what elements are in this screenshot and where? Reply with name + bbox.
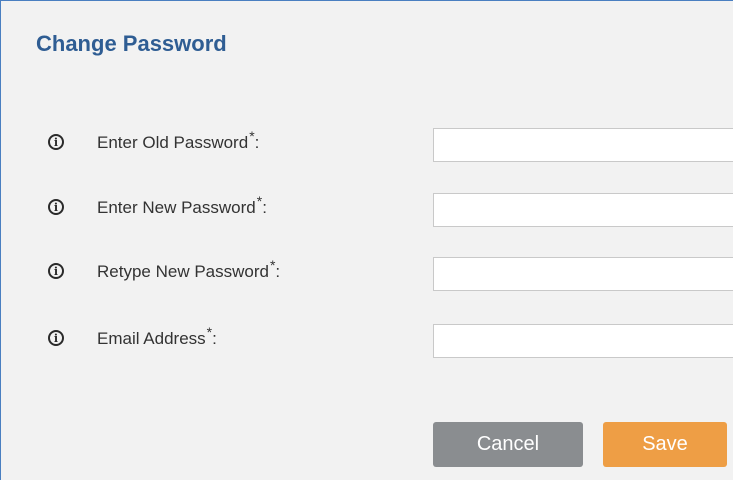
dialog-title: Change Password <box>36 31 227 56</box>
old-password-label: Enter Old Password*: <box>97 128 260 152</box>
retype-password-row: i Retype New Password*: <box>1 257 733 291</box>
info-icon[interactable]: i <box>48 199 64 215</box>
save-button[interactable]: Save <box>603 422 727 467</box>
info-icon[interactable]: i <box>48 263 64 279</box>
old-password-row: i Enter Old Password*: <box>1 128 733 162</box>
email-label: Email Address*: <box>97 324 217 348</box>
new-password-label: Enter New Password*: <box>97 193 267 217</box>
cancel-button[interactable]: Cancel <box>433 422 583 467</box>
email-row: i Email Address*: <box>1 324 733 358</box>
new-password-row: i Enter New Password*: <box>1 193 733 227</box>
old-password-field[interactable] <box>433 128 733 162</box>
change-password-dialog: Change Password i Enter Old Password*: i… <box>0 0 733 480</box>
info-icon[interactable]: i <box>48 330 64 346</box>
new-password-field[interactable] <box>433 193 733 227</box>
email-field[interactable] <box>433 324 733 358</box>
info-icon[interactable]: i <box>48 134 64 150</box>
retype-password-label: Retype New Password*: <box>97 257 281 281</box>
retype-password-field[interactable] <box>433 257 733 291</box>
